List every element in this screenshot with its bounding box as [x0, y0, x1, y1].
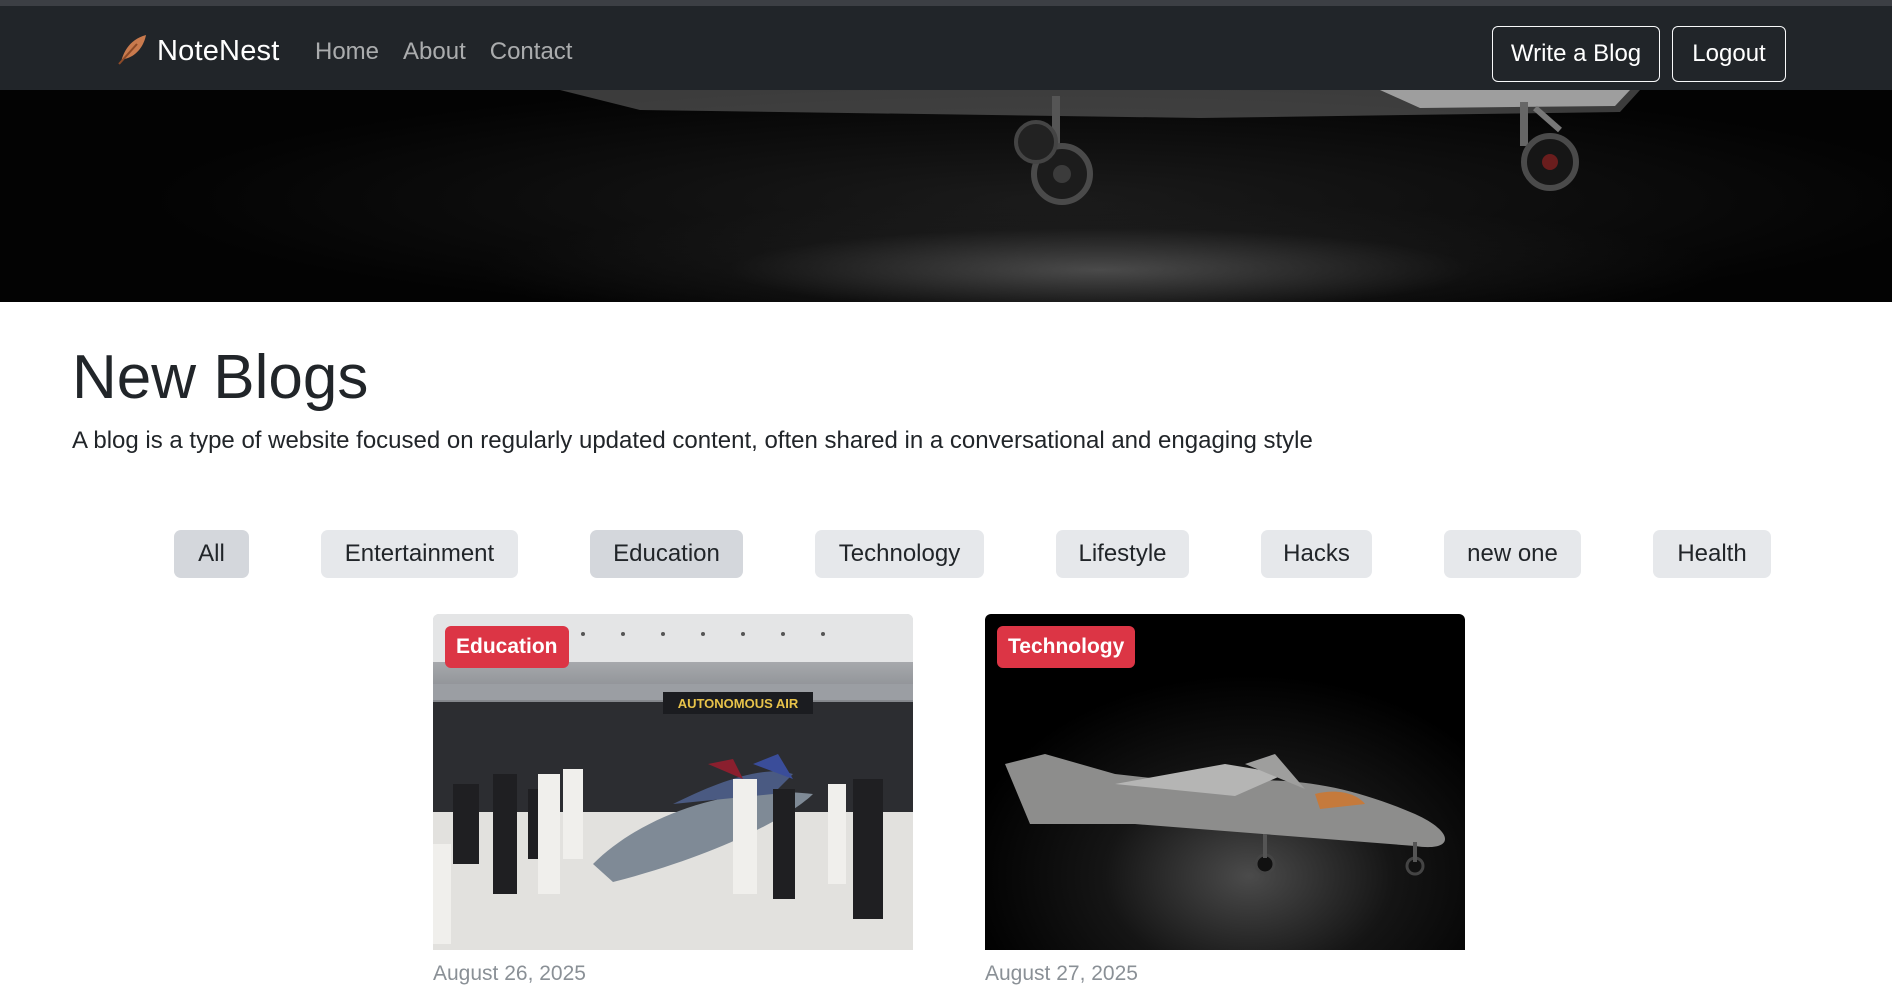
filter-health[interactable]: Health — [1653, 530, 1771, 578]
filter-hacks[interactable]: Hacks — [1261, 530, 1372, 578]
nav-links: Home About Contact — [315, 38, 572, 66]
nav-link-home[interactable]: Home — [315, 38, 379, 66]
category-badge: Education — [445, 626, 569, 668]
brand-link[interactable]: NoteNest — [115, 32, 280, 71]
filter-new-one[interactable]: new one — [1444, 530, 1581, 578]
navbar: NoteNest Home About Contact Write a Blog… — [0, 6, 1892, 90]
brand-name: NoteNest — [157, 35, 280, 67]
write-blog-button[interactable]: Write a Blog — [1492, 26, 1660, 82]
blog-card-image[interactable]: AUTONOMOUS AIR Education — [433, 614, 913, 950]
filter-entertainment[interactable]: Entertainment — [321, 530, 518, 578]
blog-card-image[interactable]: Technology — [985, 614, 1465, 950]
blog-card-date: August 27, 2025 — [985, 962, 1138, 985]
logout-button[interactable]: Logout — [1672, 26, 1786, 82]
page-title: New Blogs — [72, 343, 369, 412]
category-filters: All Entertainment Education Technology L… — [0, 530, 1892, 578]
hero-banner-image — [0, 90, 1892, 302]
category-badge: Technology — [997, 626, 1136, 668]
blog-card-date: August 26, 2025 — [433, 962, 586, 985]
blog-card[interactable]: Technology August 27, 2025 — [985, 614, 1465, 986]
nav-link-contact[interactable]: Contact — [490, 38, 573, 66]
page-description: A blog is a type of website focused on r… — [72, 427, 1313, 454]
feather-icon — [115, 32, 149, 71]
filter-technology[interactable]: Technology — [815, 530, 984, 578]
filter-education[interactable]: Education — [590, 530, 743, 578]
filter-lifestyle[interactable]: Lifestyle — [1056, 530, 1189, 578]
filter-all[interactable]: All — [174, 530, 249, 578]
blog-card[interactable]: AUTONOMOUS AIR Education August 26, 2025 — [433, 614, 913, 986]
nav-link-about[interactable]: About — [403, 38, 466, 66]
sign-text: AUTONOMOUS AIR — [678, 696, 799, 711]
